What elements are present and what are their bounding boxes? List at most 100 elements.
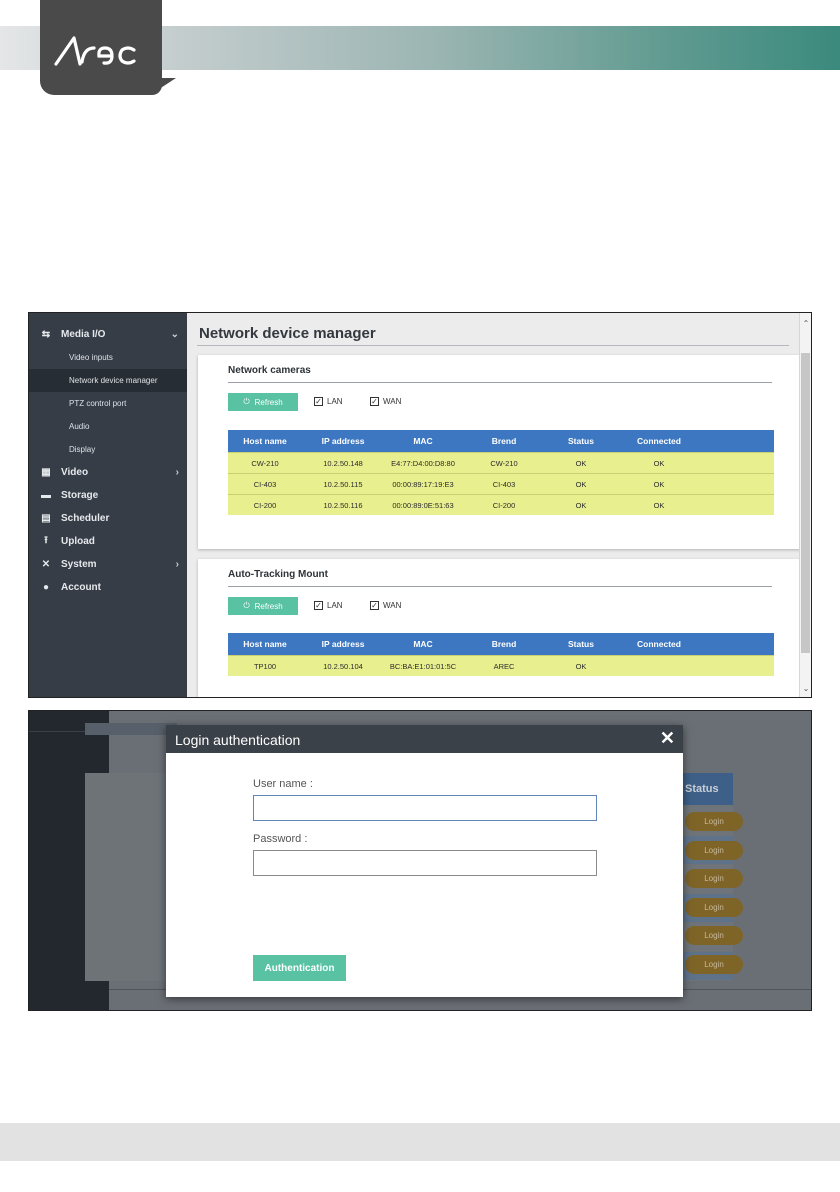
sidebar-subitem-audio[interactable]: Audio bbox=[29, 415, 187, 438]
panel-divider bbox=[228, 382, 772, 383]
column-header[interactable]: Brend bbox=[462, 436, 546, 446]
column-header[interactable]: Connected bbox=[616, 639, 702, 649]
sidebar-item-label: Video bbox=[61, 467, 89, 478]
tools-icon: ✕ bbox=[41, 559, 51, 570]
sidebar-subitem-ptz-control-port[interactable]: PTZ control port bbox=[29, 392, 187, 415]
table-row[interactable]: CI-403 10.2.50.115 00:00:89:17:19:E3 CI-… bbox=[228, 473, 774, 494]
arec-logo bbox=[54, 36, 136, 66]
password-label: Password : bbox=[253, 833, 308, 845]
title-divider bbox=[197, 345, 789, 346]
column-header[interactable]: Status bbox=[546, 639, 616, 649]
refresh-button[interactable]: ⏻ Refresh bbox=[228, 597, 298, 615]
column-header[interactable]: IP address bbox=[302, 639, 384, 649]
vertical-scrollbar[interactable]: ⌃ ⌄ bbox=[799, 313, 811, 697]
sidebar-subitem-video-inputs[interactable]: Video inputs bbox=[29, 346, 187, 369]
column-header[interactable]: Status bbox=[546, 436, 616, 446]
sidebar-item-label: Account bbox=[61, 582, 101, 593]
chevron-right-icon: › bbox=[175, 467, 179, 478]
column-header[interactable]: Brend bbox=[462, 639, 546, 649]
cell-host-name: TP100 bbox=[253, 661, 277, 671]
page-title: Network device manager bbox=[199, 325, 376, 342]
column-header[interactable]: MAC bbox=[384, 639, 462, 649]
login-button[interactable]: Login bbox=[685, 926, 743, 945]
login-button[interactable]: Login bbox=[685, 898, 743, 917]
scroll-up-icon[interactable]: ⌃ bbox=[800, 319, 811, 328]
scrollbar-thumb[interactable] bbox=[801, 353, 810, 653]
cell-ip-address: 10.2.50.116 bbox=[323, 500, 363, 510]
login-authentication-screenshot: Status Login Login Login Login Login Log… bbox=[28, 710, 812, 1011]
cell-host-name: CW-210 bbox=[251, 458, 279, 468]
scroll-down-icon[interactable]: ⌄ bbox=[800, 684, 811, 693]
wan-checkbox[interactable]: ✓ WAN bbox=[370, 397, 401, 406]
lan-label: LAN bbox=[327, 397, 343, 406]
login-dialog: Login authentication ✕ User name : Passw… bbox=[166, 725, 683, 997]
checkmark-icon: ✓ bbox=[370, 397, 379, 406]
cell-connected: OK bbox=[653, 479, 665, 489]
auto-tracking-table: Host name IP address MAC Brend Status Co… bbox=[228, 633, 774, 676]
upload-icon: ⭱ bbox=[44, 535, 48, 546]
table-header: Host name IP address MAC Brend Status Co… bbox=[228, 430, 774, 452]
user-icon: ● bbox=[42, 582, 50, 593]
close-icon[interactable]: ✕ bbox=[660, 728, 675, 749]
panel-divider bbox=[228, 586, 772, 587]
network-cameras-panel: Network cameras ⏻ Refresh ✓ LAN ✓ WAN Ho… bbox=[198, 355, 802, 549]
panel-title: Auto-Tracking Mount bbox=[228, 569, 328, 580]
cell-host-name: CI-403 bbox=[253, 479, 277, 489]
username-input[interactable] bbox=[253, 795, 597, 821]
table-row[interactable]: CI-200 10.2.50.116 00:00:89:0E:51:63 CI-… bbox=[228, 494, 774, 515]
network-cameras-table: Host name IP address MAC Brend Status Co… bbox=[228, 430, 774, 515]
main-content: Network device manager Network cameras ⏻… bbox=[187, 313, 802, 697]
authentication-button[interactable]: Authentication bbox=[253, 955, 346, 981]
password-input[interactable] bbox=[253, 850, 597, 876]
cell-mac: 00:00:89:17:19:E3 bbox=[392, 479, 454, 489]
login-button[interactable]: Login bbox=[685, 869, 743, 888]
sidebar-item-label: System bbox=[61, 559, 97, 570]
refresh-icon: ⏻ bbox=[243, 397, 250, 406]
sidebar-item-upload[interactable]: ⭱ Upload bbox=[29, 530, 187, 553]
cell-brand: CW-210 bbox=[490, 458, 518, 468]
dialog-header: Login authentication ✕ bbox=[166, 725, 683, 753]
column-header[interactable]: Host name bbox=[228, 436, 302, 446]
sidebar-item-storage[interactable]: ▬ Storage bbox=[29, 484, 187, 507]
cell-mac: BC:BA:E1:01:01:5C bbox=[389, 661, 457, 671]
dimmed-tab bbox=[85, 723, 177, 735]
checkmark-icon: ✓ bbox=[314, 601, 323, 610]
cell-brand: AREC bbox=[493, 661, 515, 671]
column-header[interactable]: MAC bbox=[384, 436, 462, 446]
sidebar-item-scheduler[interactable]: ▤ Scheduler bbox=[29, 507, 187, 530]
lan-label: LAN bbox=[327, 601, 343, 610]
cell-brand: CI-403 bbox=[492, 479, 516, 489]
cell-connected: OK bbox=[653, 500, 665, 510]
table-row[interactable]: CW-210 10.2.50.148 E4:77:D4:00:D8:80 CW-… bbox=[228, 452, 774, 473]
checkmark-icon: ✓ bbox=[370, 601, 379, 610]
column-header[interactable]: Host name bbox=[228, 639, 302, 649]
sidebar-subitem-display[interactable]: Display bbox=[29, 438, 187, 461]
sidebar-item-media-io[interactable]: ⇆ Media I/O ⌄ bbox=[29, 323, 187, 346]
cell-ip-address: 10.2.50.104 bbox=[323, 661, 363, 671]
column-header[interactable]: Connected bbox=[616, 436, 702, 446]
sidebar-item-video[interactable]: ▦ Video › bbox=[29, 461, 187, 484]
login-button[interactable]: Login bbox=[685, 841, 743, 860]
sidebar-item-system[interactable]: ✕ System › bbox=[29, 553, 187, 576]
login-button[interactable]: Login bbox=[685, 812, 743, 831]
cell-host-name: CI-200 bbox=[253, 500, 277, 510]
table-row[interactable]: TP100 10.2.50.104 BC:BA:E1:01:01:5C AREC… bbox=[228, 655, 774, 676]
lan-checkbox[interactable]: ✓ LAN bbox=[314, 397, 343, 406]
wan-checkbox[interactable]: ✓ WAN bbox=[370, 601, 401, 610]
refresh-button[interactable]: ⏻ Refresh bbox=[228, 393, 298, 411]
table-header: Host name IP address MAC Brend Status Co… bbox=[228, 633, 774, 655]
sidebar-subitem-network-device-manager[interactable]: Network device manager bbox=[29, 369, 187, 392]
wan-label: WAN bbox=[383, 601, 402, 610]
media-io-icon: ⇆ bbox=[41, 329, 51, 340]
login-button[interactable]: Login bbox=[685, 955, 743, 974]
wan-label: WAN bbox=[383, 397, 402, 406]
cell-ip-address: 10.2.50.148 bbox=[323, 458, 363, 468]
film-icon: ▦ bbox=[41, 467, 51, 478]
dialog-title: Login authentication bbox=[175, 732, 301, 748]
cell-status: OK bbox=[575, 661, 587, 671]
sidebar-item-account[interactable]: ● Account bbox=[29, 576, 187, 599]
lan-checkbox[interactable]: ✓ LAN bbox=[314, 601, 343, 610]
sidebar: ⇆ Media I/O ⌄ Video inputs Network devic… bbox=[29, 313, 187, 697]
column-header[interactable]: IP address bbox=[302, 436, 384, 446]
refresh-label: Refresh bbox=[254, 397, 283, 407]
